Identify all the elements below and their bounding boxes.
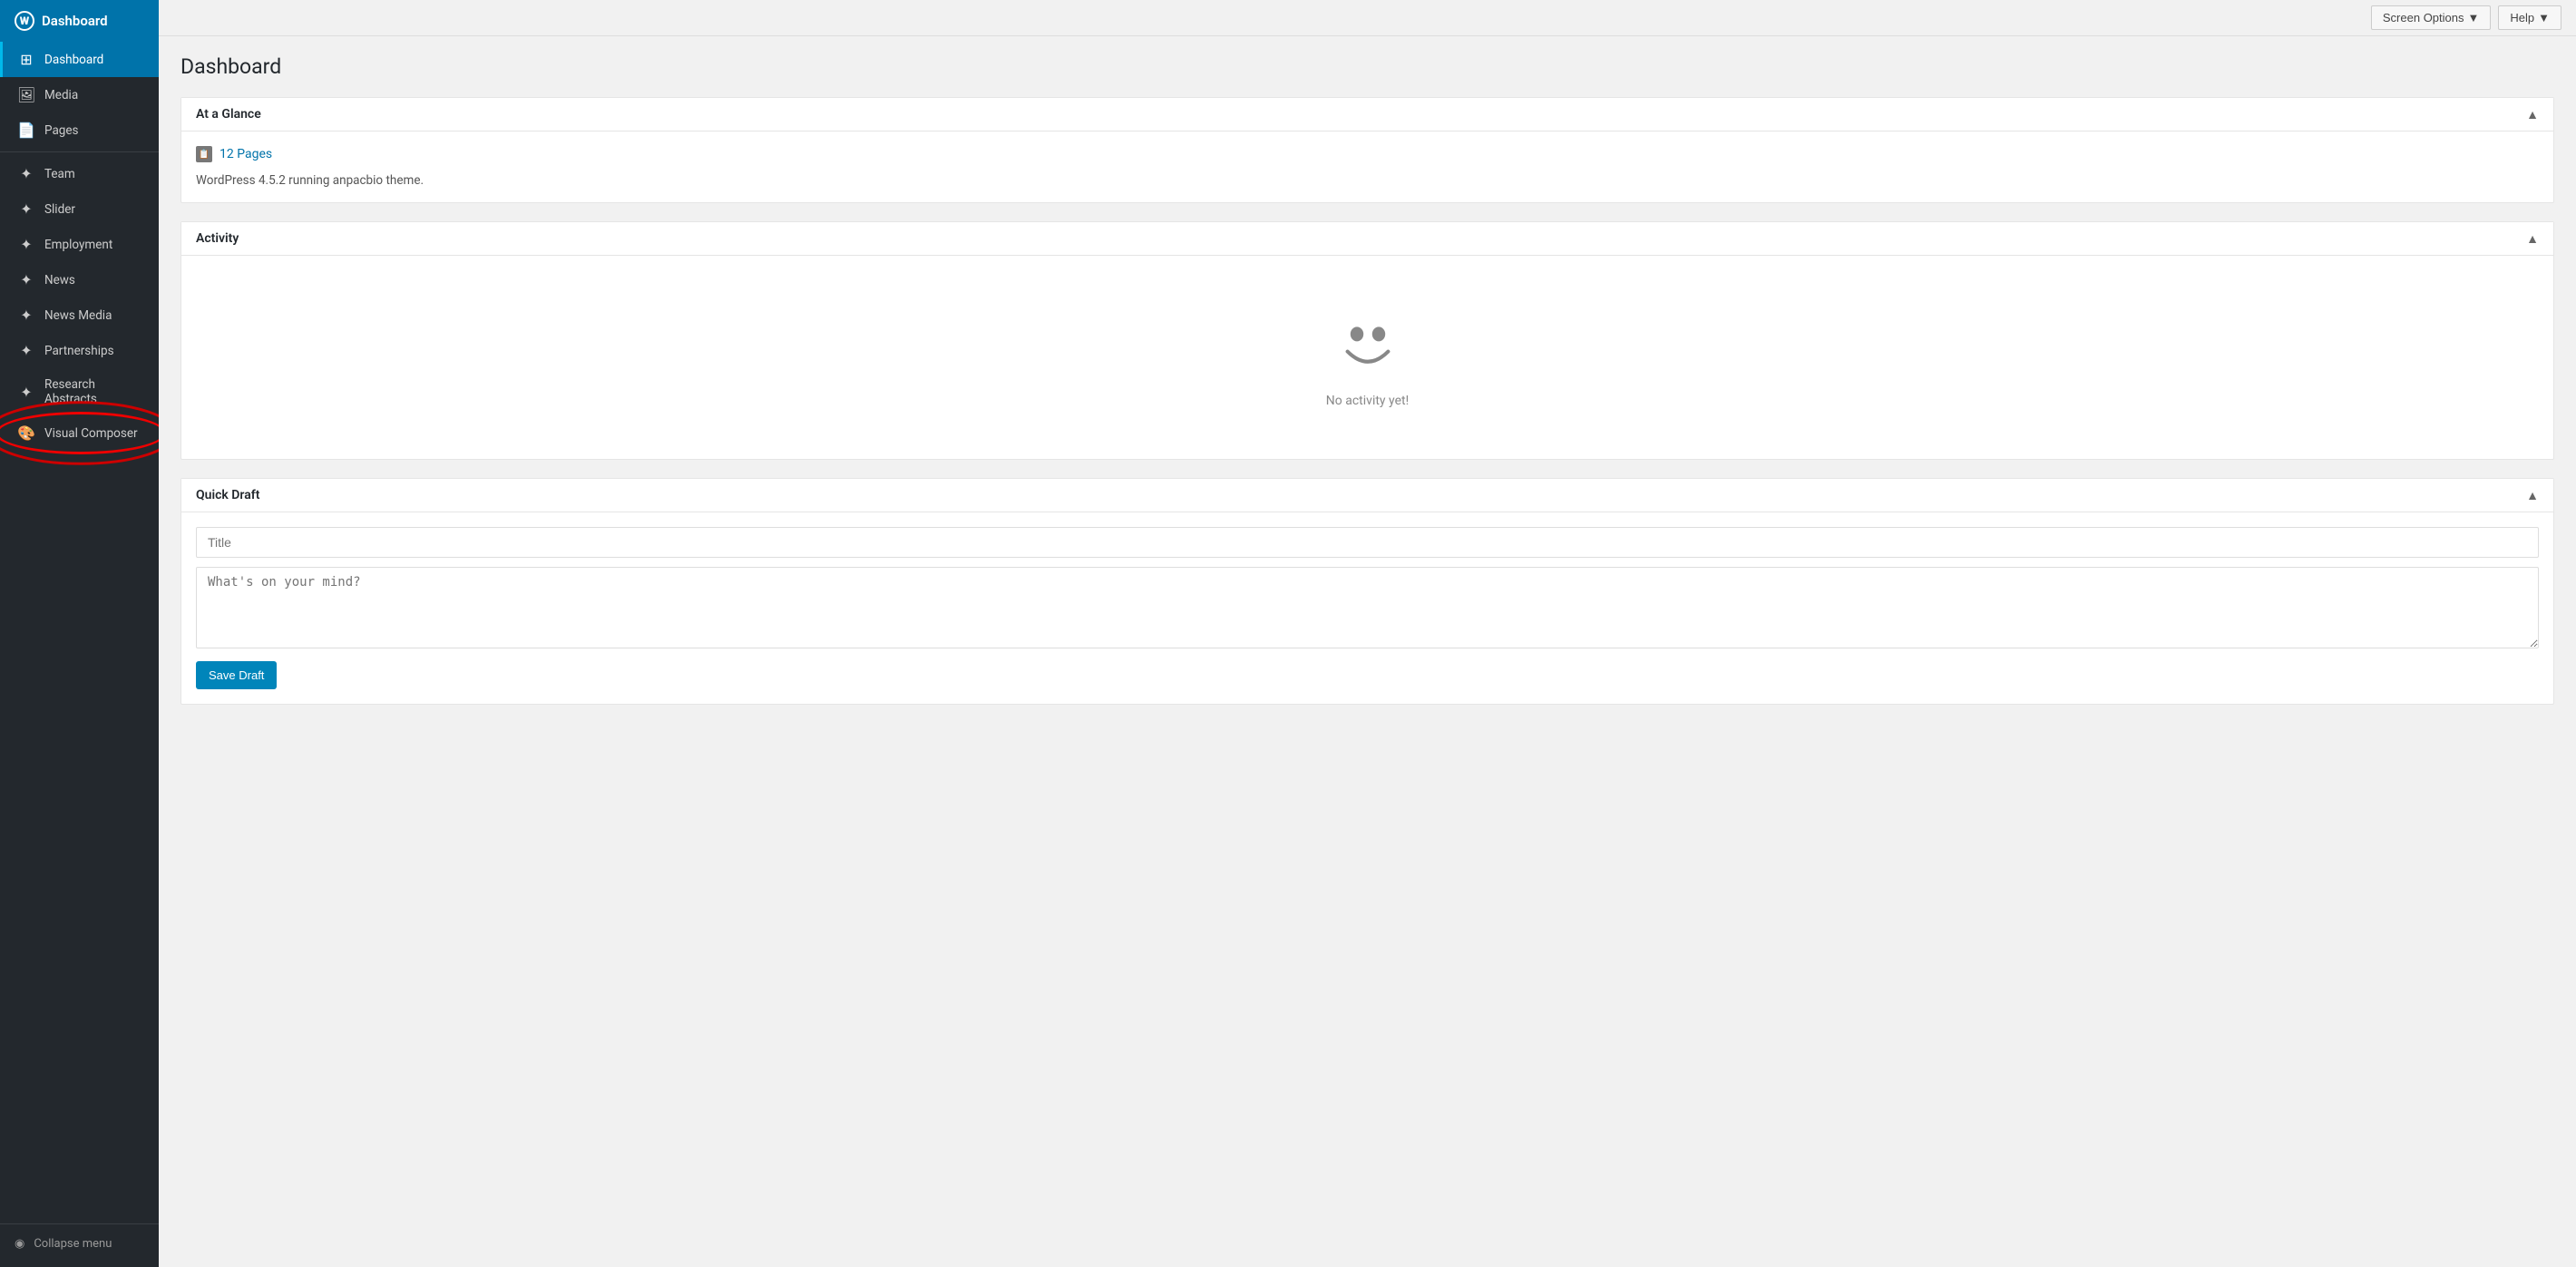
- activity-empty-text: No activity yet!: [1326, 394, 1409, 408]
- sidebar-label-dashboard: Dashboard: [44, 53, 103, 67]
- sidebar-item-partnerships[interactable]: ✦ Partnerships: [0, 333, 159, 368]
- page-title: Dashboard: [181, 54, 2554, 79]
- pages-count-link[interactable]: 📋 12 Pages: [196, 146, 2539, 162]
- smiley-face-icon: [1332, 307, 1404, 379]
- quick-draft-title-input[interactable]: [196, 527, 2539, 558]
- activity-empty-state: No activity yet!: [196, 270, 2539, 444]
- sidebar-item-research-abstracts[interactable]: ✦ Research Abstracts: [0, 368, 159, 415]
- sidebar-item-news[interactable]: ✦ News: [0, 262, 159, 297]
- sidebar-label-news-media: News Media: [44, 308, 112, 323]
- quick-draft-panel: Quick Draft ▲ Save Draft: [181, 478, 2554, 705]
- at-a-glance-title: At a Glance: [196, 107, 261, 122]
- sidebar-item-team[interactable]: ✦ Team: [0, 156, 159, 191]
- sidebar-item-slider[interactable]: ✦ Slider: [0, 191, 159, 227]
- team-icon: ✦: [17, 165, 35, 182]
- sidebar-item-pages[interactable]: 📄 Pages: [0, 112, 159, 148]
- sidebar-label-employment: Employment: [44, 238, 112, 252]
- save-draft-button[interactable]: Save Draft: [196, 661, 277, 689]
- at-a-glance-panel: At a Glance ▲ 📋 12 Pages WordPress 4.5.2…: [181, 97, 2554, 203]
- sidebar-item-news-media[interactable]: ✦ News Media: [0, 297, 159, 333]
- activity-header: Activity ▲: [181, 222, 2553, 256]
- sidebar-label-research-abstracts: Research Abstracts: [44, 377, 144, 406]
- sidebar-bottom: ◉ Collapse menu: [0, 1220, 159, 1267]
- sidebar-label-visual-composer: Visual Composer: [44, 426, 138, 441]
- at-a-glance-header: At a Glance ▲: [181, 98, 2553, 132]
- help-label: Help: [2510, 11, 2534, 24]
- media-icon: 🖼: [17, 86, 35, 103]
- pages-count-text: 12 Pages: [220, 147, 272, 161]
- activity-title: Activity: [196, 231, 239, 246]
- research-abstracts-icon: ✦: [17, 384, 35, 401]
- help-button[interactable]: Help ▼: [2498, 5, 2561, 30]
- screen-options-label: Screen Options: [2383, 11, 2464, 24]
- collapse-icon: ◉: [15, 1237, 24, 1251]
- sidebar-item-dashboard[interactable]: ⊞ Dashboard: [0, 42, 159, 77]
- quick-draft-toggle[interactable]: ▲: [2526, 488, 2539, 502]
- screen-options-button[interactable]: Screen Options ▼: [2371, 5, 2491, 30]
- page-doc-icon: 📋: [196, 146, 212, 162]
- sidebar-logo-label: Dashboard: [42, 13, 108, 29]
- collapse-label: Collapse menu: [34, 1237, 112, 1251]
- sidebar-label-partnerships: Partnerships: [44, 344, 114, 358]
- save-draft-label: Save Draft: [209, 668, 264, 682]
- sidebar-label-news: News: [44, 273, 75, 288]
- sidebar-logo[interactable]: W Dashboard: [0, 0, 159, 42]
- sidebar-label-pages: Pages: [44, 123, 79, 138]
- page-content: Dashboard At a Glance ▲ 📋 12 Pages WordP…: [159, 36, 2576, 1267]
- sidebar-divider-1: [0, 151, 159, 152]
- sidebar-label-team: Team: [44, 167, 75, 181]
- collapse-menu-button[interactable]: ◉ Collapse menu: [0, 1228, 159, 1260]
- sidebar-divider-2: [0, 1223, 159, 1224]
- sidebar-label-slider: Slider: [44, 202, 75, 217]
- dashboard-icon: ⊞: [17, 51, 35, 68]
- news-icon: ✦: [17, 271, 35, 288]
- quick-draft-content-textarea[interactable]: [196, 567, 2539, 648]
- activity-toggle[interactable]: ▲: [2526, 231, 2539, 246]
- help-chevron: ▼: [2538, 11, 2550, 24]
- quick-draft-title: Quick Draft: [196, 488, 259, 502]
- activity-body: No activity yet!: [181, 256, 2553, 459]
- visual-composer-icon: 🎨: [17, 424, 35, 442]
- slider-icon: ✦: [17, 200, 35, 218]
- sidebar-item-employment[interactable]: ✦ Employment: [0, 227, 159, 262]
- main-content: Screen Options ▼ Help ▼ Dashboard At a G…: [159, 0, 2576, 1267]
- sidebar-item-visual-composer[interactable]: 🎨 Visual Composer: [0, 415, 159, 451]
- pages-icon: 📄: [17, 122, 35, 139]
- sidebar-item-media[interactable]: 🖼 Media: [0, 77, 159, 112]
- sidebar: W Dashboard ⊞ Dashboard 🖼 Media 📄 Pages …: [0, 0, 159, 1267]
- news-media-icon: ✦: [17, 307, 35, 324]
- wp-version-text: WordPress 4.5.2 running anpacbio theme.: [196, 173, 2539, 188]
- at-a-glance-body: 📋 12 Pages WordPress 4.5.2 running anpac…: [181, 132, 2553, 202]
- partnerships-icon: ✦: [17, 342, 35, 359]
- quick-draft-body: Save Draft: [181, 512, 2553, 704]
- at-a-glance-toggle[interactable]: ▲: [2526, 107, 2539, 122]
- activity-panel: Activity ▲ No activity yet!: [181, 221, 2554, 460]
- quick-draft-header: Quick Draft ▲: [181, 479, 2553, 512]
- screen-options-chevron: ▼: [2468, 11, 2480, 24]
- topbar: Screen Options ▼ Help ▼: [159, 0, 2576, 36]
- wordpress-icon: W: [15, 11, 34, 31]
- employment-icon: ✦: [17, 236, 35, 253]
- sidebar-label-media: Media: [44, 88, 78, 102]
